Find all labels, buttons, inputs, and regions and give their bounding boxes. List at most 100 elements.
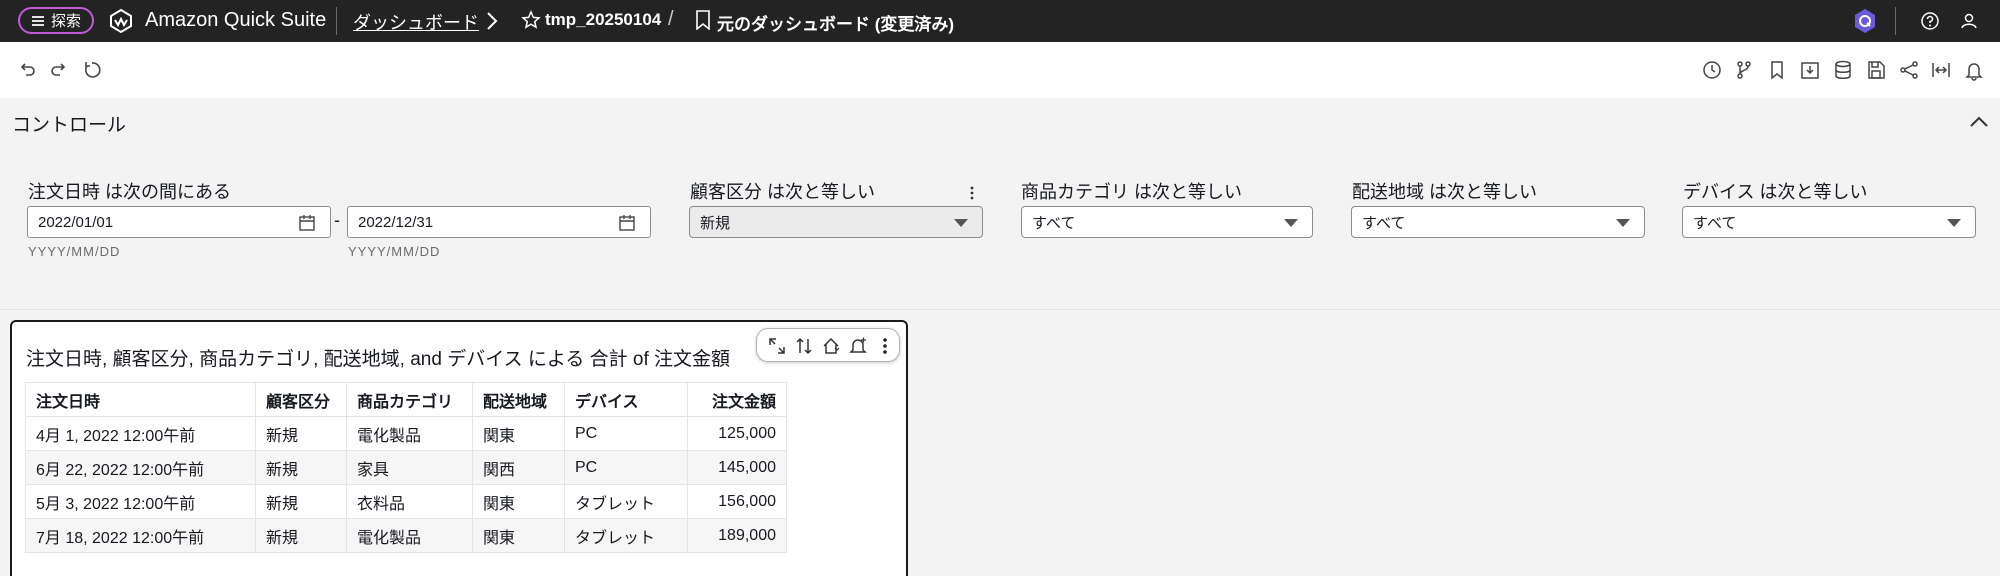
table-cell: 156,000 [687, 484, 787, 519]
table-cell: 新規 [255, 484, 347, 519]
caret-down-icon [1947, 219, 1961, 227]
start-date-format-hint: YYYY/MM/DD [28, 244, 121, 259]
analysis-name[interactable]: tmp_20250104 [545, 10, 661, 30]
breadcrumb-separator: / [668, 8, 674, 30]
table-cell: 関西 [472, 450, 565, 485]
chevron-up-icon[interactable] [1968, 112, 1990, 130]
region-select[interactable]: すべて [1351, 206, 1645, 238]
controls-panel: コントロール 注文日時 は次の間にある 2022/01/01 - 2022/12… [0, 98, 2000, 310]
bookmark-icon[interactable] [1766, 59, 1788, 81]
table-cell: 189,000 [687, 518, 787, 553]
column-header[interactable]: デバイス [564, 382, 688, 417]
region-value: すべて [1362, 214, 1406, 232]
device-label: デバイス は次と等しい [1683, 182, 1868, 202]
table-row[interactable]: 7月 18, 2022 12:00午前 新規 電化製品 関東 タブレット 189… [25, 518, 787, 553]
calendar-icon[interactable] [298, 214, 316, 232]
column-header[interactable]: 商品カテゴリ [346, 382, 473, 417]
fit-width-icon[interactable] [1930, 59, 1952, 81]
device-value: すべて [1693, 214, 1737, 232]
product-category-label: 商品カテゴリ は次と等しい [1021, 182, 1242, 202]
divider [336, 7, 337, 35]
drill-up-icon[interactable] [821, 336, 841, 356]
table-cell: 家具 [346, 450, 473, 485]
top-navigation-bar: 探索 Amazon Quick Suite ダッシュボード tmp_202501… [0, 0, 2000, 42]
sort-icon[interactable] [794, 336, 814, 356]
column-header[interactable]: 配送地域 [472, 382, 565, 417]
alert-icon[interactable] [1963, 59, 1985, 81]
table-visual[interactable]: 注文日時, 顧客区分, 商品カテゴリ, 配送地域, and デバイス による 合… [10, 320, 908, 576]
table-cell: 新規 [255, 518, 347, 553]
visual-toolbar [756, 328, 900, 362]
dataset-icon[interactable] [1832, 59, 1854, 81]
chevron-right-icon [487, 12, 498, 30]
menu-icon [31, 15, 44, 26]
branch-icon[interactable] [1733, 59, 1755, 81]
table-cell: 新規 [255, 416, 347, 451]
region-label: 配送地域 は次と等しい [1352, 182, 1537, 202]
end-date-input[interactable]: 2022/12/31 [347, 206, 651, 238]
save-icon[interactable] [1865, 59, 1887, 81]
analysis-toolbar [0, 42, 2000, 98]
column-header[interactable]: 注文金額 [687, 382, 787, 417]
help-icon[interactable] [1919, 10, 1941, 32]
explore-button[interactable]: 探索 [18, 7, 94, 34]
end-date-format-hint: YYYY/MM/DD [348, 244, 441, 259]
star-icon[interactable] [521, 10, 541, 30]
expand-icon[interactable] [767, 336, 787, 356]
product-category-value: すべて [1032, 214, 1076, 232]
start-date-value: 2022/01/01 [38, 213, 114, 231]
caret-down-icon [954, 219, 968, 227]
table-cell: 6月 22, 2022 12:00午前 [25, 450, 256, 485]
column-header[interactable]: 顧客区分 [255, 382, 347, 417]
device-select[interactable]: すべて [1682, 206, 1976, 238]
bookmark-icon[interactable] [695, 10, 711, 30]
customer-segment-select[interactable]: 新規 [689, 206, 983, 238]
brand-name[interactable]: Amazon Quick Suite [145, 9, 326, 32]
table-cell: 新規 [255, 450, 347, 485]
export-icon[interactable] [1799, 59, 1821, 81]
table-cell: タブレット [564, 484, 688, 519]
table-cell: 関東 [472, 518, 565, 553]
dashboard-name[interactable]: 元のダッシュボード (変更済み) [717, 10, 954, 35]
explore-label: 探索 [50, 13, 81, 30]
table-row[interactable]: 6月 22, 2022 12:00午前 新規 家具 関西 PC 145,000 [25, 450, 787, 485]
data-table: 注文日時 顧客区分 商品カテゴリ 配送地域 デバイス 注文金額 4月 1, 20… [25, 382, 787, 553]
visual-title: 注文日時, 顧客区分, 商品カテゴリ, 配送地域, and デバイス による 合… [26, 349, 731, 370]
table-cell: 7月 18, 2022 12:00午前 [25, 518, 256, 553]
controls-title: コントロール [12, 115, 127, 136]
redo-icon[interactable] [48, 59, 70, 81]
table-cell: 衣料品 [346, 484, 473, 519]
more-options-icon[interactable] [967, 184, 977, 202]
column-header[interactable]: 注文日時 [25, 382, 256, 417]
quicksuite-logo[interactable] [108, 8, 134, 34]
table-cell: 5月 3, 2022 12:00午前 [25, 484, 256, 519]
table-cell: 電化製品 [346, 416, 473, 451]
caret-down-icon [1616, 219, 1630, 227]
table-cell: 125,000 [687, 416, 787, 451]
date-filter-label: 注文日時 は次の間にある [28, 182, 231, 202]
table-cell: 関東 [472, 416, 565, 451]
table-cell: PC [564, 416, 688, 451]
more-options-icon[interactable] [875, 336, 895, 356]
start-date-input[interactable]: 2022/01/01 [27, 206, 331, 238]
undo-icon[interactable] [16, 59, 38, 81]
table-cell: タブレット [564, 518, 688, 553]
product-category-select[interactable]: すべて [1021, 206, 1313, 238]
user-icon[interactable] [1958, 10, 1980, 32]
calendar-icon[interactable] [618, 214, 636, 232]
table-cell: 関東 [472, 484, 565, 519]
end-date-value: 2022/12/31 [358, 213, 434, 231]
caret-down-icon [1284, 219, 1298, 227]
table-row[interactable]: 4月 1, 2022 12:00午前 新規 電化製品 関東 PC 125,000 [25, 416, 787, 451]
dashboards-link[interactable]: ダッシュボード [353, 9, 479, 35]
history-icon[interactable] [1701, 59, 1723, 81]
date-range-dash: - [334, 210, 340, 230]
table-row[interactable]: 5月 3, 2022 12:00午前 新規 衣料品 関東 タブレット 156,0… [25, 484, 787, 519]
divider [1895, 7, 1896, 35]
alert-icon[interactable] [848, 336, 868, 356]
table-header-row: 注文日時 顧客区分 商品カテゴリ 配送地域 デバイス 注文金額 [25, 382, 787, 417]
table-cell: PC [564, 450, 688, 485]
reset-icon[interactable] [81, 59, 103, 81]
q-assistant-icon[interactable] [1853, 8, 1877, 34]
share-icon[interactable] [1898, 59, 1920, 81]
